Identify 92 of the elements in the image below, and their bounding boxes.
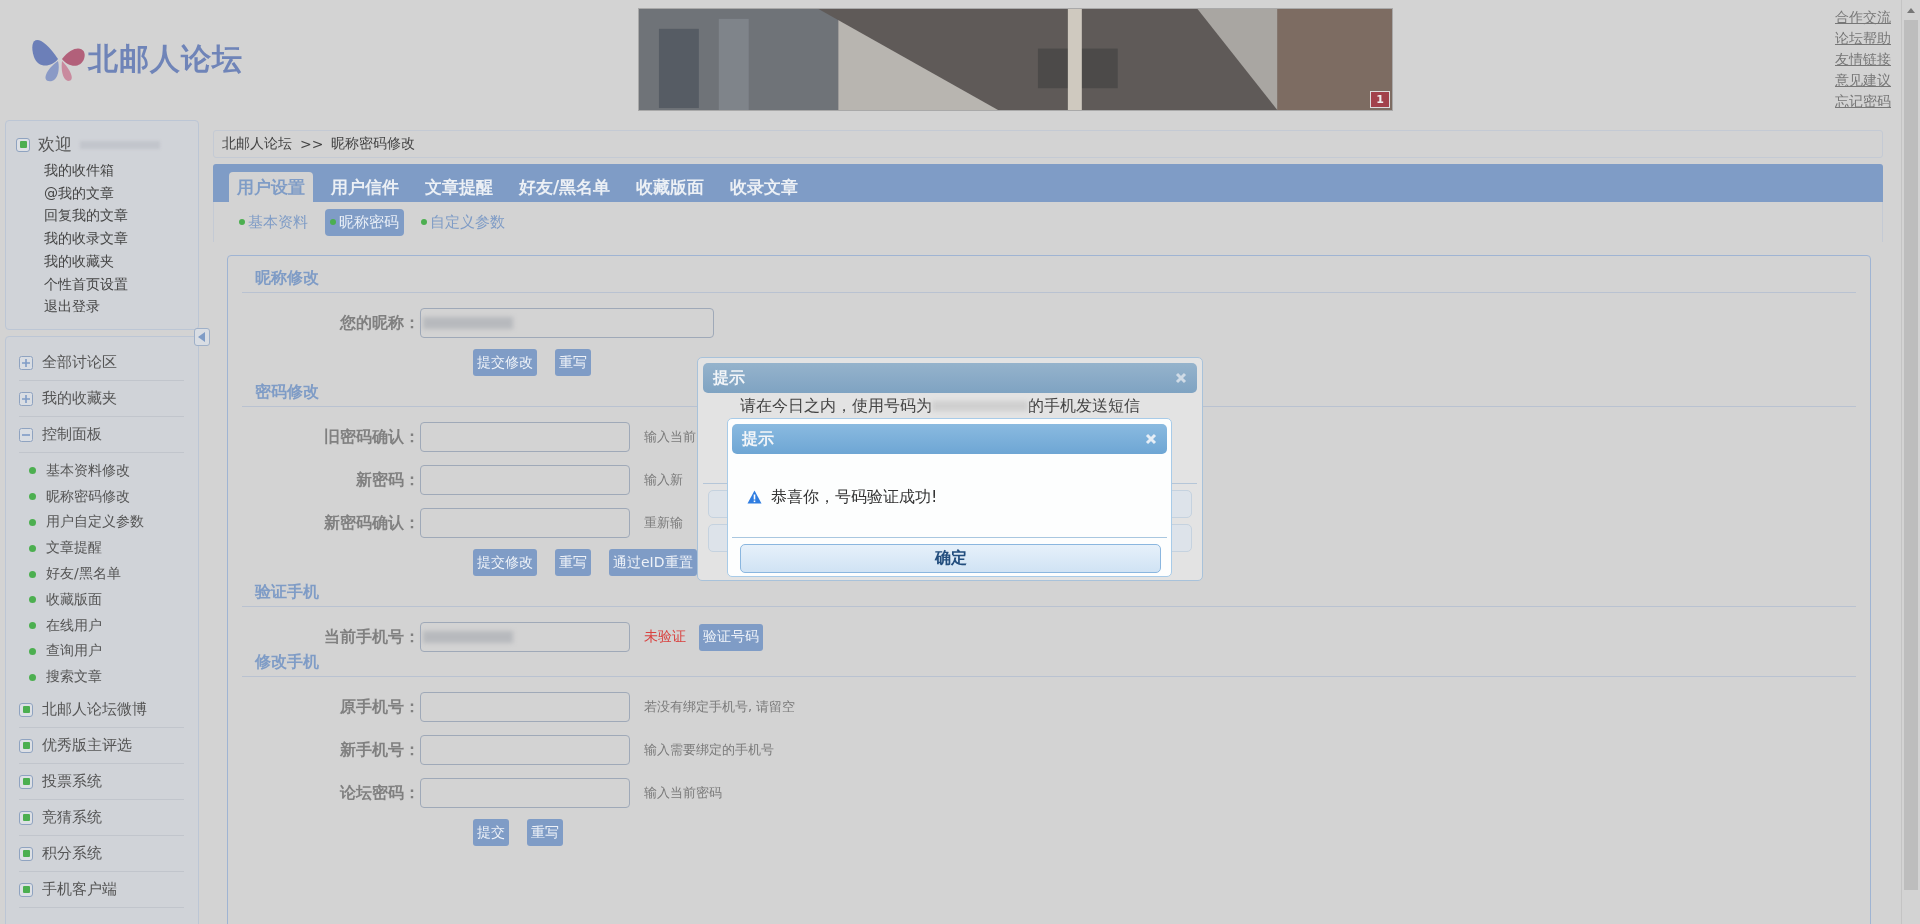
sidebar-nav-item[interactable]: 控制面板 — [42, 425, 102, 444]
sidebar-link[interactable]: 我的收录文章 — [44, 227, 198, 250]
input-field[interactable] — [420, 778, 630, 808]
sidebar-nav-item[interactable]: 投票系统 — [42, 772, 102, 792]
sidebar-subitem[interactable]: 用户自定义参数 — [46, 513, 144, 532]
sidebar-subitem[interactable]: 基本资料修改 — [46, 461, 130, 480]
warning-icon — [747, 490, 762, 504]
field-label: 新手机号： — [339, 739, 420, 761]
bullet-icon — [29, 596, 36, 604]
sidebar-nav-item[interactable]: 竞猜系统 — [42, 808, 102, 828]
sidebar-subitem[interactable]: 文章提醒 — [46, 539, 102, 558]
sidebar-link[interactable]: @我的文章 — [44, 181, 198, 205]
bullet-icon — [29, 493, 36, 501]
sidebar-nav-item[interactable]: 积分系统 — [42, 844, 102, 864]
bullet-icon — [19, 738, 33, 753]
minus-icon[interactable] — [19, 427, 33, 442]
header-link[interactable]: 意见建议 — [1835, 69, 1891, 91]
field-hint: 输入当前密码 — [644, 784, 722, 802]
sidebar-subitem[interactable]: 好友/黑名单 — [46, 565, 121, 584]
sidebar-link[interactable]: 回复我的文章 — [44, 204, 198, 228]
input-field[interactable] — [420, 465, 630, 495]
bullet-icon — [19, 810, 33, 825]
dialog-title: 提示 — [742, 428, 774, 450]
header-link[interactable]: 论坛帮助 — [1835, 27, 1891, 49]
bullet-icon — [29, 570, 36, 578]
sidebar-subitem[interactable]: 在线用户 — [46, 616, 102, 635]
field-label: 新密码确认： — [323, 512, 420, 534]
sidebar-nav-item[interactable]: 我的收藏夹 — [42, 389, 117, 408]
sidebar-link[interactable]: 退出登录 — [44, 295, 198, 318]
dialog-title: 提示 — [713, 367, 745, 389]
close-icon[interactable] — [1175, 372, 1187, 384]
logo-text: 北邮人论坛 — [88, 39, 243, 78]
bullet-icon — [29, 519, 36, 526]
field-label: 旧密码确认： — [323, 426, 420, 448]
bullet-icon — [19, 882, 33, 897]
breadcrumb-item[interactable]: 昵称密码修改 — [331, 135, 416, 153]
sidebar-link[interactable]: 个性首页设置 — [44, 272, 198, 296]
sidebar-nav-item[interactable]: 全部讨论区 — [42, 353, 117, 372]
welcome-text: 欢迎 — [38, 133, 72, 156]
section-title: 密码修改 — [255, 382, 319, 401]
field-hint: 输入新 — [644, 471, 683, 489]
sidebar-link[interactable]: 我的收件箱 — [44, 159, 198, 182]
bullet-icon — [19, 846, 33, 861]
scroll-up-arrow-icon[interactable] — [1906, 6, 1916, 14]
sidebar-subitem[interactable]: 昵称密码修改 — [46, 487, 130, 506]
sidebar-subitem[interactable]: 收藏版面 — [46, 590, 102, 609]
header-link[interactable]: 忘记密码 — [1835, 90, 1891, 112]
field-hint: 输入当前 — [644, 428, 696, 446]
field-label: 当前手机号： — [323, 626, 420, 648]
field-label: 新密码： — [355, 469, 420, 491]
bullet-icon — [29, 647, 36, 655]
bullet-icon — [29, 467, 36, 475]
field-label: 您的昵称： — [338, 312, 420, 334]
input-field[interactable] — [420, 622, 630, 652]
bullet-icon — [16, 137, 30, 152]
sidebar-subitem[interactable]: 查询用户 — [46, 642, 102, 661]
sidebar-nav-item[interactable]: 手机客户端 — [42, 880, 117, 900]
close-icon[interactable] — [1145, 433, 1157, 445]
dialog-message: 请在今日之内，使用号码为 — [740, 396, 932, 416]
section-title: 昵称修改 — [255, 268, 319, 287]
sidebar-link[interactable]: 我的收藏夹 — [44, 249, 198, 273]
field-label: 原手机号： — [339, 696, 420, 718]
plus-icon[interactable] — [19, 391, 33, 406]
field-hint: 若没有绑定手机号, 请留空 — [644, 698, 796, 716]
dialog-message: 的手机发送短信 — [1028, 396, 1140, 416]
input-field[interactable] — [420, 308, 714, 338]
section-title: 验证手机 — [255, 582, 319, 601]
field-hint: 输入需要绑定的手机号 — [644, 741, 774, 759]
bullet-icon — [19, 774, 33, 789]
input-field[interactable] — [420, 735, 630, 765]
breadcrumb-item: >> — [300, 136, 324, 152]
input-field[interactable] — [420, 422, 630, 452]
scrollbar[interactable] — [1901, 0, 1920, 924]
breadcrumb-item[interactable]: 北邮人论坛 — [222, 135, 292, 153]
sidebar-subitem[interactable]: 搜索文章 — [46, 668, 102, 687]
plus-icon[interactable] — [19, 355, 33, 370]
bullet-icon — [29, 544, 36, 552]
header-link[interactable]: 友情链接 — [1835, 48, 1891, 70]
header-link[interactable]: 合作交流 — [1835, 6, 1891, 28]
sidebar-nav-item[interactable]: 优秀版主评选 — [42, 736, 132, 756]
field-hint: 重新输 — [644, 514, 683, 532]
status-text: 未验证 — [644, 628, 686, 646]
input-field[interactable] — [420, 508, 630, 538]
field-label: 论坛密码： — [338, 782, 420, 804]
bullet-icon — [29, 673, 36, 681]
ok-button[interactable]: 确定 — [740, 544, 1161, 573]
sidebar-nav-item[interactable]: 北邮人论坛微博 — [42, 700, 147, 720]
bullet-icon — [19, 702, 33, 717]
section-title: 修改手机 — [255, 652, 319, 671]
input-field[interactable] — [420, 692, 630, 722]
alert-message: 恭喜你，号码验证成功! — [771, 486, 938, 508]
bullet-icon — [29, 622, 36, 630]
